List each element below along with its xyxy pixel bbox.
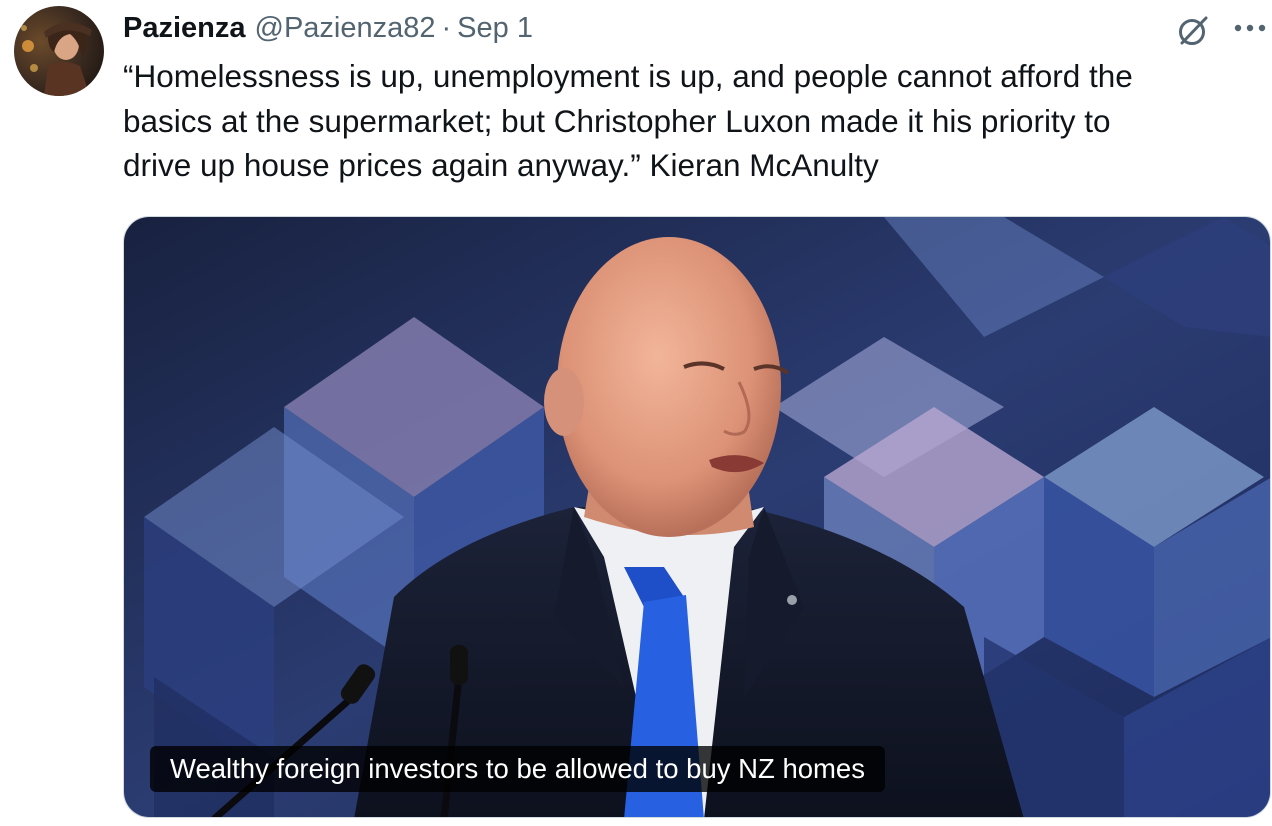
- tweet-header: Pazienza @Pazienza82 · Sep 1: [123, 10, 533, 46]
- media-photo: [124, 217, 1270, 817]
- tweet[interactable]: Pazienza @Pazienza82 · Sep 1 “Homelessne…: [0, 0, 1272, 826]
- avatar-image: [14, 6, 104, 96]
- avatar[interactable]: [14, 6, 104, 96]
- tweet-text-line: “Homelessness is up, unemployment is up,…: [123, 58, 1133, 94]
- tweet-text-line: basics at the supermarket; but Christoph…: [123, 102, 1111, 139]
- tweet-date[interactable]: Sep 1: [457, 12, 533, 45]
- media-caption: Wealthy foreign investors to be allowed …: [150, 746, 885, 792]
- author-handle[interactable]: @Pazienza82: [255, 12, 436, 45]
- more-icon[interactable]: [1228, 10, 1272, 46]
- tweet-text-line: drive up house prices again anyway.” Kie…: [123, 147, 879, 183]
- header-separator: ·: [441, 11, 452, 44]
- media-card[interactable]: Wealthy foreign investors to be allowed …: [123, 216, 1271, 818]
- tweet-text: “Homelessness is up, unemployment is up,…: [123, 54, 1263, 188]
- author-display-name[interactable]: Pazienza: [123, 12, 246, 45]
- grok-icon[interactable]: [1172, 10, 1214, 52]
